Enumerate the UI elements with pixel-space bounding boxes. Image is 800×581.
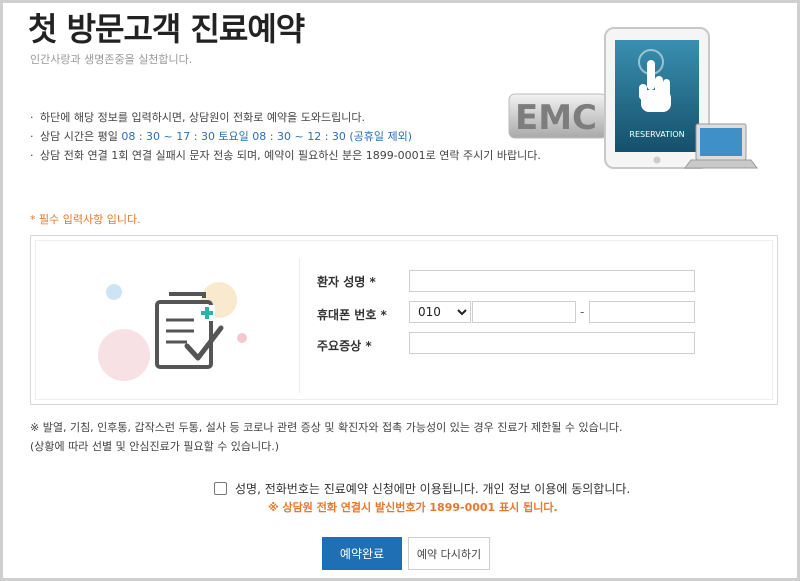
patient-name-label: 환자 성명 *: [317, 275, 376, 289]
symptom-input[interactable]: [409, 332, 695, 354]
phone-last-input[interactable]: [589, 301, 695, 323]
page-title: 첫 방문고객 진료예약: [28, 10, 305, 48]
info-item: · 상담 전화 연결 1회 연결 실패시 문자 전송 되며, 예약이 필요하신 분…: [30, 149, 541, 162]
tablet-graphic: RESERVATION: [604, 27, 710, 169]
phone-dash: -: [580, 305, 585, 319]
document-check-icon: [155, 292, 224, 369]
privacy-agreement[interactable]: 성명, 전화번호는 진료예약 신청에만 이용됩니다. 개인 정보 이용에 동의합…: [214, 480, 630, 497]
page-subtitle: 인간사랑과 생명존중을 실천합니다.: [30, 53, 193, 66]
required-fields-note: * 필수 입력사항 입니다.: [30, 213, 141, 226]
laptop-graphic: [684, 123, 758, 169]
privacy-agreement-label: 성명, 전화번호는 진료예약 신청에만 이용됩니다. 개인 정보 이용에 동의합…: [235, 482, 631, 496]
info-item: · 하단에 해당 정보를 입력하시면, 상담원이 전화로 예약을 도와드립니다.: [30, 111, 365, 124]
covid-notice: ※ 발열, 기침, 인후통, 갑작스런 두통, 설사 등 코로나 관련 증상 및…: [30, 421, 623, 453]
symptom-label: 주요증상 *: [317, 339, 372, 353]
submit-reservation-button[interactable]: 예약완료: [322, 537, 402, 570]
tablet-label: RESERVATION: [629, 130, 684, 139]
privacy-agreement-checkbox[interactable]: [214, 482, 227, 495]
phone-prefix-select[interactable]: 010: [409, 301, 471, 323]
phone-middle-input[interactable]: [472, 301, 576, 323]
reset-reservation-button[interactable]: 예약 다시하기: [408, 537, 490, 570]
patient-name-input[interactable]: [409, 270, 695, 292]
info-list: · 하단에 해당 정보를 입력하시면, 상담원이 전화로 예약을 도와드립니다. …: [30, 108, 541, 165]
medical-document-illustration: [98, 282, 247, 381]
form-divider: [299, 258, 300, 393]
consult-hours: 08 : 30 ~ 17 : 30 토요일 08 : 30 ~ 12 : 30 …: [121, 130, 413, 143]
info-item: · 상담 시간은 평일 08 : 30 ~ 17 : 30 토요일 08 : 30…: [30, 130, 413, 143]
reservation-hero-illustration: EMC RESERVATION: [508, 27, 758, 169]
phone-label: 휴대폰 번호 *: [317, 308, 387, 322]
reservation-form: 환자 성명 * 휴대폰 번호 * 010 - 주요증상 *: [30, 235, 778, 405]
sender-number-note: ※ 상담원 전화 연결시 발신번호가 1899-0001 표시 됩니다.: [268, 501, 558, 514]
